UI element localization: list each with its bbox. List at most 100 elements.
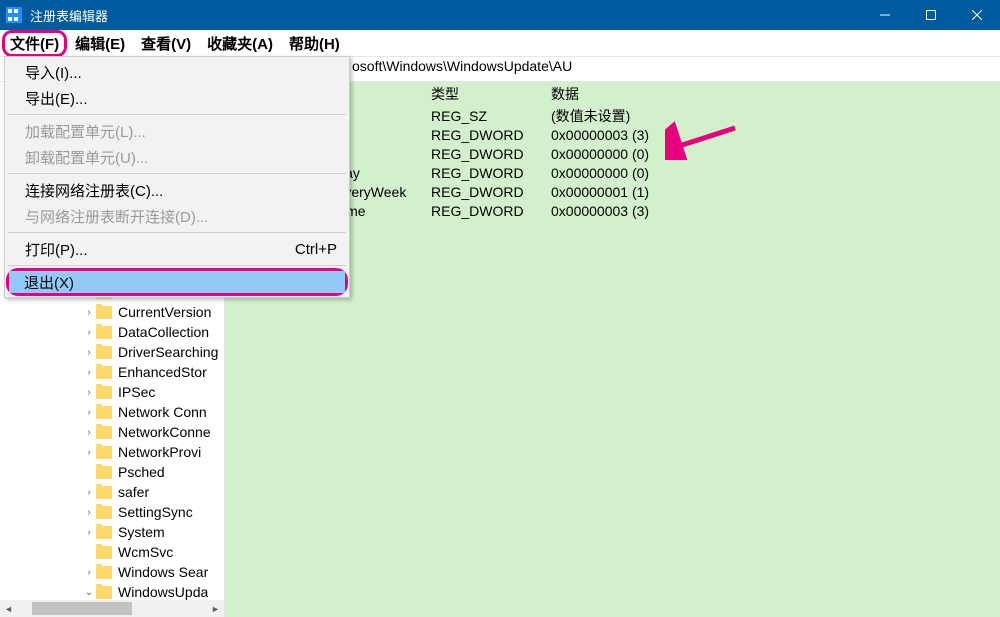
menu-view[interactable]: 查看(V) — [133, 31, 199, 56]
tree-expander-icon[interactable]: › — [82, 307, 96, 318]
tree-item[interactable]: › Network Conn — [0, 402, 224, 422]
tree-expander-icon[interactable]: › — [82, 327, 96, 338]
tree-item[interactable]: › IPSec — [0, 382, 224, 402]
tree-expander-icon[interactable]: › — [82, 367, 96, 378]
folder-icon — [96, 346, 112, 359]
cell-type: REG_SZ — [431, 108, 551, 124]
tree-item[interactable]: › DriverSearching — [0, 342, 224, 362]
menu-item-print[interactable]: 打印(P)...Ctrl+P — [7, 236, 347, 262]
menu-item-connect-net[interactable]: 连接网络注册表(C)... — [7, 177, 347, 203]
horizontal-scrollbar[interactable]: ◄ ► — [0, 600, 224, 617]
tree-expander-icon[interactable]: › — [82, 567, 96, 578]
tree-item-label: CurrentVersion — [118, 304, 211, 320]
menu-item-export[interactable]: 导出(E)... — [7, 85, 347, 111]
tree-item-label: SettingSync — [118, 504, 193, 520]
menu-separator — [8, 265, 346, 266]
window-controls — [862, 0, 1000, 30]
menu-edit[interactable]: 编辑(E) — [67, 31, 133, 56]
tree-expander-icon[interactable]: › — [82, 527, 96, 538]
folder-icon — [96, 386, 112, 399]
tree-expander-icon[interactable]: › — [82, 427, 96, 438]
cell-type: REG_DWORD — [431, 203, 551, 219]
tree-item[interactable]: › Windows Sear — [0, 562, 224, 582]
tree-item-label: DataCollection — [118, 324, 209, 340]
tree-item[interactable]: › NetworkProvi — [0, 442, 224, 462]
folder-icon — [96, 366, 112, 379]
menubar: 文件(F) 编辑(E) 查看(V) 收藏夹(A) 帮助(H) — [0, 30, 1000, 56]
tree-item-label: DriverSearching — [118, 344, 218, 360]
tree-item[interactable]: › NetworkConne — [0, 422, 224, 442]
menu-favorites[interactable]: 收藏夹(A) — [199, 31, 281, 56]
menu-item-unload-hive: 卸载配置单元(U)... — [7, 144, 347, 170]
tree-expander-icon[interactable]: › — [82, 347, 96, 358]
scroll-track[interactable] — [17, 600, 207, 617]
cell-data: 0x00000003 (3) — [551, 127, 1000, 143]
tree-item-label: IPSec — [118, 384, 155, 400]
tree-item-label: WcmSvc — [118, 544, 173, 560]
tree-item[interactable]: › SettingSync — [0, 502, 224, 522]
tree-item[interactable]: › CurrentVersion — [0, 302, 224, 322]
folder-icon — [96, 326, 112, 339]
cell-data: 0x00000003 (3) — [551, 203, 1000, 219]
folder-icon — [96, 466, 112, 479]
tree-item[interactable]: › System — [0, 522, 224, 542]
tree-item[interactable]: › DataCollection — [0, 322, 224, 342]
cell-data: (数值未设置) — [551, 106, 1000, 126]
folder-icon — [96, 306, 112, 319]
menu-item-disconnect-net: 与网络注册表断开连接(D)... — [7, 203, 347, 229]
tree-item-label: safer — [118, 484, 149, 500]
cell-type: REG_DWORD — [431, 165, 551, 181]
tree-expander-icon[interactable]: ⌄ — [82, 587, 96, 598]
tree-item-label: WindowsUpda — [118, 584, 208, 600]
menu-separator — [8, 232, 346, 233]
window-title: 注册表编辑器 — [30, 6, 862, 25]
menu-separator — [8, 173, 346, 174]
folder-icon — [96, 566, 112, 579]
folder-icon — [96, 506, 112, 519]
tree-item-label: NetworkProvi — [118, 444, 201, 460]
col-type-header[interactable]: 类型 — [431, 84, 551, 104]
menu-exit-highlight-border: 退出(X) — [6, 268, 348, 296]
tree-expander-icon[interactable]: › — [82, 507, 96, 518]
tree-item-label: Psched — [118, 464, 165, 480]
tree-item[interactable]: ⌄ WindowsUpda — [0, 582, 224, 602]
tree-item-label: Network Conn — [118, 404, 207, 420]
tree-item-label: EnhancedStor — [118, 364, 207, 380]
maximize-button[interactable] — [908, 0, 954, 30]
menu-item-exit[interactable]: 退出(X) — [9, 271, 345, 293]
tree-item-label: NetworkConne — [118, 424, 211, 440]
menu-help[interactable]: 帮助(H) — [281, 31, 348, 56]
scroll-left-button[interactable]: ◄ — [0, 600, 17, 617]
folder-icon — [96, 406, 112, 419]
cell-data: 0x00000000 (0) — [551, 165, 1000, 181]
tree-expander-icon[interactable]: › — [82, 387, 96, 398]
cell-type: REG_DWORD — [431, 127, 551, 143]
cell-data: 0x00000001 (1) — [551, 184, 1000, 200]
scroll-right-button[interactable]: ► — [207, 600, 224, 617]
menu-item-import[interactable]: 导入(I)... — [7, 59, 347, 85]
tree: BITS›CurrentVersion›DataCollection›Drive… — [0, 282, 224, 617]
app-icon — [6, 7, 22, 23]
tree-item-label: Windows Sear — [118, 564, 208, 580]
col-data-header[interactable]: 数据 — [551, 84, 1000, 104]
close-button[interactable] — [954, 0, 1000, 30]
folder-icon — [96, 526, 112, 539]
tree-item[interactable]: Psched — [0, 462, 224, 482]
cell-data: 0x00000000 (0) — [551, 146, 1000, 162]
tree-expander-icon[interactable]: › — [82, 407, 96, 418]
tree-expander-icon[interactable]: › — [82, 447, 96, 458]
tree-item-label: System — [118, 524, 165, 540]
minimize-button[interactable] — [862, 0, 908, 30]
scroll-thumb[interactable] — [32, 602, 132, 615]
folder-icon — [96, 426, 112, 439]
folder-icon — [96, 586, 112, 599]
cell-type: REG_DWORD — [431, 184, 551, 200]
address-path-fragment: osoft\Windows\WindowsUpdate\AU — [352, 58, 572, 74]
folder-icon — [96, 486, 112, 499]
tree-item[interactable]: › EnhancedStor — [0, 362, 224, 382]
menu-item-load-hive: 加载配置单元(L)... — [7, 118, 347, 144]
tree-expander-icon[interactable]: › — [82, 487, 96, 498]
tree-item[interactable]: › safer — [0, 482, 224, 502]
menu-file[interactable]: 文件(F) — [2, 30, 67, 57]
tree-item[interactable]: WcmSvc — [0, 542, 224, 562]
